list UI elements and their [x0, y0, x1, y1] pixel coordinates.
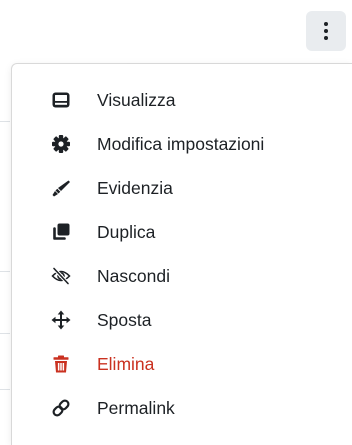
- menu-item-label: Visualizza: [97, 89, 176, 110]
- actions-dropdown-menu: Visualizza Modifica impostazioni Evidenz…: [11, 63, 352, 445]
- menu-item-view[interactable]: Visualizza: [12, 78, 352, 122]
- menu-item-move[interactable]: Sposta: [12, 298, 352, 342]
- link-icon: [50, 397, 72, 419]
- menu-item-duplicate[interactable]: Duplica: [12, 210, 352, 254]
- menu-item-highlight[interactable]: Evidenzia: [12, 166, 352, 210]
- trash-icon: [50, 353, 72, 375]
- menu-item-permalink[interactable]: Permalink: [12, 386, 352, 430]
- gear-icon: [50, 133, 72, 155]
- menu-item-label: Sposta: [97, 309, 152, 330]
- menu-item-label: Permalink: [97, 397, 175, 418]
- preview-window-icon: [50, 89, 72, 111]
- eye-slash-icon: [50, 265, 72, 287]
- menu-item-label: Nascondi: [97, 265, 170, 286]
- menu-item-label: Modifica impostazioni: [97, 133, 265, 154]
- actions-menu-button[interactable]: [306, 11, 346, 51]
- menu-item-label: Elimina: [97, 353, 155, 374]
- menu-item-edit-settings[interactable]: Modifica impostazioni: [12, 122, 352, 166]
- menu-item-label: Duplica: [97, 221, 156, 242]
- background-divider: [0, 121, 10, 122]
- background-divider: [0, 333, 10, 334]
- background-divider: [0, 271, 10, 272]
- menu-item-label: Evidenzia: [97, 177, 173, 198]
- copy-icon: [50, 221, 72, 243]
- menu-item-delete[interactable]: Elimina: [12, 342, 352, 386]
- background-divider: [0, 389, 10, 390]
- highlighter-pen-icon: [50, 177, 72, 199]
- move-arrows-icon: [50, 309, 72, 331]
- menu-item-hide[interactable]: Nascondi: [12, 254, 352, 298]
- three-dots-vertical-icon: [324, 22, 328, 40]
